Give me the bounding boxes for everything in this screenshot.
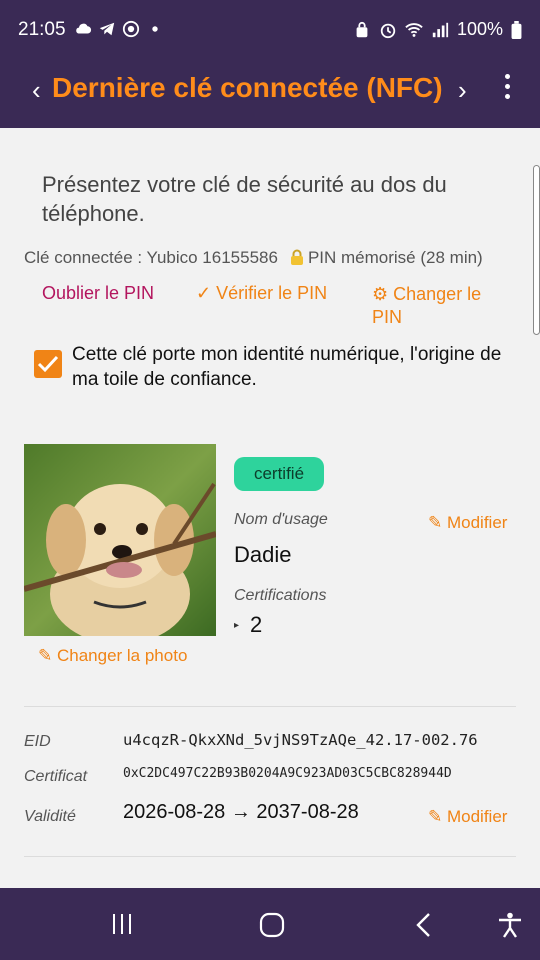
puppy-photo-image [24,444,216,636]
battery-icon [511,20,522,39]
certified-badge: certifié [234,457,324,491]
validity-value: 2026-08-28 → 2037-08-28 [123,801,359,823]
scrollbar[interactable] [533,165,540,335]
pin-status: PIN mémorisé (28 min) [307,248,483,267]
divider [24,856,516,857]
profile-photo[interactable] [24,444,216,636]
verify-pin-button[interactable]: ✓ Vérifier le PIN [196,283,327,304]
lock-icon [290,249,303,265]
eid-value: u4cqzR-QkxXNd_5vjNS9TzAQe_42.17-002.76 [123,731,478,749]
signal-icon [432,22,449,37]
identity-checkbox[interactable] [34,350,62,378]
notification-icons [74,20,164,38]
key-info: Clé connectée : Yubico 16155586 PIN mémor… [24,248,483,268]
dot-icon [152,26,158,32]
certificate-label: Certificat [24,768,88,785]
app-bar: ‹ Dernière clé connectée (NFC) › [0,58,540,128]
certifications-count[interactable]: 2 [250,612,262,638]
forget-pin-button[interactable]: Oublier le PIN [42,283,154,304]
cloud-icon [76,23,92,34]
expand-certifications-icon[interactable]: ▸ [234,620,239,631]
edit-usage-name-button[interactable]: ✎ Modifier [428,513,507,533]
wifi-icon [405,22,423,37]
system-icons: 100% [353,19,522,40]
lock-badge-icon [356,21,368,37]
home-icon[interactable] [259,912,285,938]
back-icon[interactable] [414,912,434,938]
more-options-icon[interactable] [500,74,514,104]
usage-name-value: Dadie [234,542,292,567]
next-key-button[interactable]: › [458,75,467,106]
accessibility-icon[interactable] [497,912,523,938]
status-bar: 21:05 100% [0,0,540,58]
change-pin-button[interactable]: ⚙ Changer le PIN [372,283,512,329]
system-navigation-bar [0,888,540,960]
certificate-value: 0xC2DC497C22B93B0204A9C923AD03C5CBC82894… [123,766,452,781]
battery-percent: 100% [456,19,503,39]
connected-key: Clé connectée : Yubico 16155586 [24,248,278,267]
recent-apps-icon[interactable] [110,912,134,936]
previous-key-button[interactable]: ‹ [32,75,41,106]
certifications-label: Certifications [234,587,327,604]
telegram-icon [99,22,115,36]
divider [24,706,516,707]
edit-validity-button[interactable]: ✎ Modifier [428,807,507,827]
alarm-icon [380,23,396,38]
change-photo-button[interactable]: ✎ Changer la photo [38,646,187,666]
validity-label: Validité [24,808,76,825]
eid-label: EID [24,733,51,750]
page-title: Dernière clé connectée (NFC) [52,72,443,103]
checkmark-icon [37,355,59,373]
usage-name-label: Nom d'usage [234,511,328,528]
nfc-prompt: Présentez votre clé de sécurité au dos d… [42,172,447,226]
settings-badge-icon [122,20,140,38]
clock: 21:05 [18,19,66,40]
identity-checkbox-label[interactable]: Cette clé porte mon identité numérique, … [72,342,522,392]
